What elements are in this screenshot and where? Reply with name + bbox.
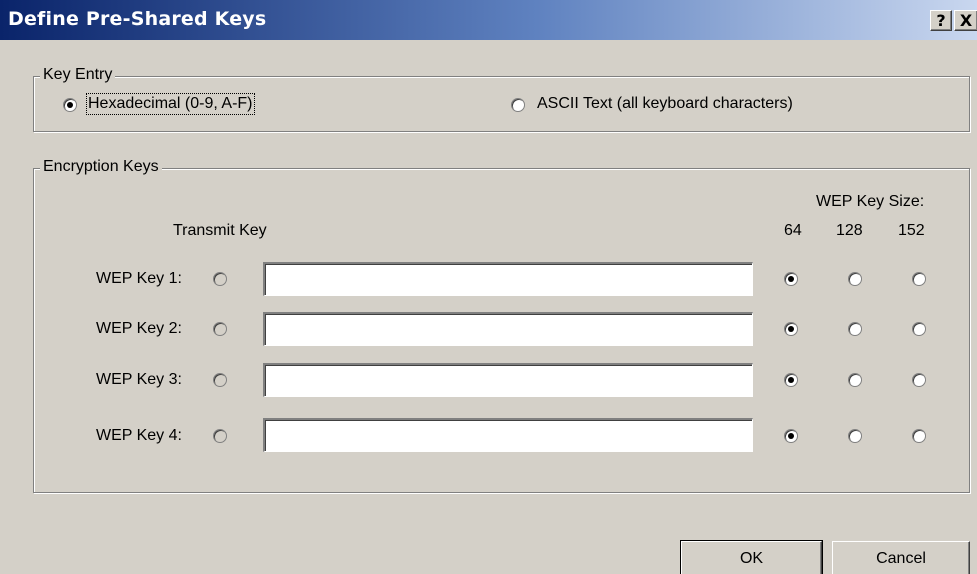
- ok-button[interactable]: OK: [680, 540, 823, 574]
- hex-radio[interactable]: [63, 98, 77, 112]
- wep-key-1-transmit-radio[interactable]: [213, 272, 227, 286]
- wep-key-1-input[interactable]: [263, 262, 753, 296]
- wep-key-4-size-128-radio[interactable]: [848, 429, 862, 443]
- wep-key-1-label: WEP Key 1:: [96, 270, 182, 287]
- wep-key-4-input[interactable]: [263, 418, 753, 452]
- wep-key-2-size-128-radio[interactable]: [848, 322, 862, 336]
- wep-key-1-size-152-radio[interactable]: [912, 272, 926, 286]
- define-psk-dialog: Define Pre-Shared Keys ? X Key Entry Hex…: [0, 0, 977, 574]
- wep-key-3-transmit-radio[interactable]: [213, 373, 227, 387]
- wep-key-2-size-64-radio[interactable]: [784, 322, 798, 336]
- wep-key-size-header: WEP Key Size:: [816, 193, 925, 210]
- ascii-label[interactable]: ASCII Text (all keyboard characters): [537, 95, 793, 113]
- wep-key-4-label: WEP Key 4:: [96, 427, 182, 444]
- size-64-header: 64: [784, 222, 802, 239]
- wep-key-2-label: WEP Key 2:: [96, 320, 182, 337]
- title-bar: Define Pre-Shared Keys ? X: [0, 0, 977, 40]
- cancel-button[interactable]: Cancel: [832, 541, 970, 574]
- hex-label[interactable]: Hexadecimal (0-9, A-F): [86, 93, 255, 115]
- size-128-header: 128: [836, 222, 863, 239]
- key-entry-legend: Key Entry: [40, 66, 116, 84]
- wep-key-3-label: WEP Key 3:: [96, 371, 182, 388]
- wep-key-3-size-152-radio[interactable]: [912, 373, 926, 387]
- wep-key-4-size-64-radio[interactable]: [784, 429, 798, 443]
- transmit-key-header: Transmit Key: [173, 222, 267, 239]
- wep-key-2-transmit-radio[interactable]: [213, 322, 227, 336]
- window-title: Define Pre-Shared Keys: [8, 8, 267, 30]
- ascii-radio[interactable]: [511, 98, 525, 112]
- wep-key-4-transmit-radio[interactable]: [213, 429, 227, 443]
- wep-key-2-size-152-radio[interactable]: [912, 322, 926, 336]
- wep-key-4-size-152-radio[interactable]: [912, 429, 926, 443]
- wep-key-3-size-128-radio[interactable]: [848, 373, 862, 387]
- wep-key-3-size-64-radio[interactable]: [784, 373, 798, 387]
- wep-key-2-input[interactable]: [263, 312, 753, 346]
- encryption-keys-legend: Encryption Keys: [40, 158, 162, 176]
- help-icon[interactable]: ?: [930, 10, 952, 31]
- wep-key-1-size-64-radio[interactable]: [784, 272, 798, 286]
- wep-key-3-input[interactable]: [263, 363, 753, 397]
- wep-key-1-size-128-radio[interactable]: [848, 272, 862, 286]
- size-152-header: 152: [898, 222, 925, 239]
- close-icon[interactable]: X: [954, 10, 977, 31]
